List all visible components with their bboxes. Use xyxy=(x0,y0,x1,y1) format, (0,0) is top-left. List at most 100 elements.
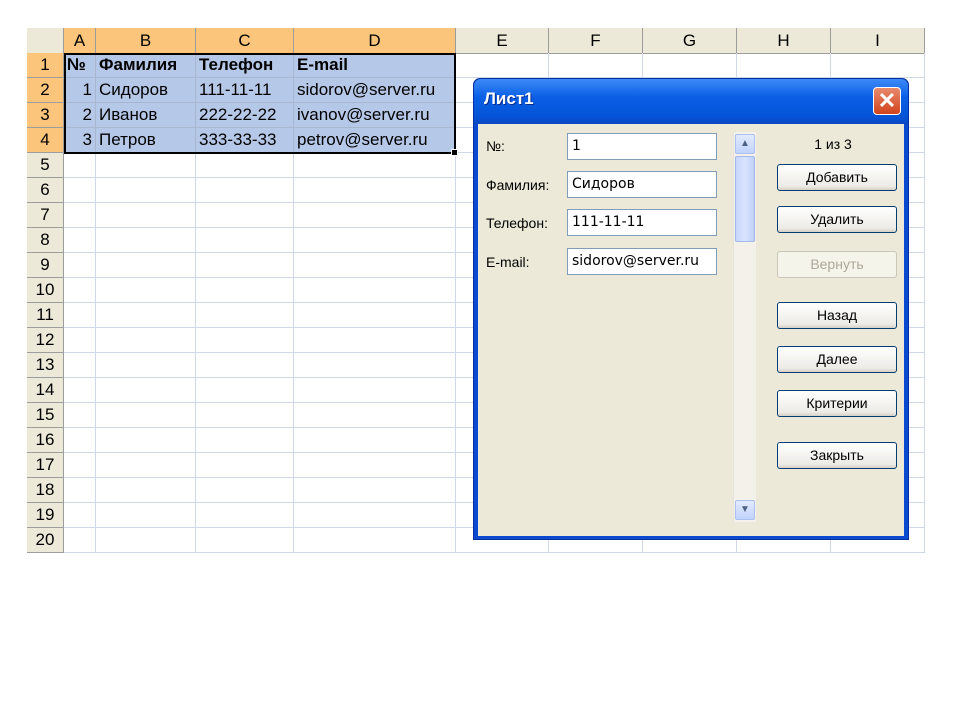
column-header-f[interactable]: F xyxy=(549,28,643,54)
row-header-14[interactable]: 14 xyxy=(27,378,64,403)
empty-cell[interactable] xyxy=(294,378,456,403)
empty-cell[interactable] xyxy=(64,453,96,478)
empty-cell[interactable] xyxy=(96,328,196,353)
empty-cell[interactable] xyxy=(294,278,456,303)
row-header-11[interactable]: 11 xyxy=(27,303,64,328)
cell-d4[interactable]: petrov@server.ru xyxy=(294,128,456,153)
cell-a3[interactable]: 2 xyxy=(64,103,96,128)
column-header-e[interactable]: E xyxy=(456,28,549,54)
column-header-c[interactable]: C xyxy=(196,28,294,54)
empty-cell[interactable] xyxy=(196,303,294,328)
empty-cell[interactable] xyxy=(64,503,96,528)
row-header-18[interactable]: 18 xyxy=(27,478,64,503)
empty-cell[interactable] xyxy=(196,328,294,353)
empty-cell[interactable] xyxy=(64,528,96,553)
scroll-down-icon[interactable]: ▼ xyxy=(735,500,755,520)
criteria-button[interactable]: Критерии xyxy=(777,390,897,417)
empty-cell[interactable] xyxy=(196,478,294,503)
row-header-13[interactable]: 13 xyxy=(27,353,64,378)
empty-cell[interactable] xyxy=(737,53,831,78)
empty-cell[interactable] xyxy=(64,378,96,403)
row-header-4[interactable]: 4 xyxy=(27,128,64,153)
empty-cell[interactable] xyxy=(64,253,96,278)
scroll-thumb[interactable] xyxy=(735,156,755,242)
cell-a1[interactable]: № xyxy=(64,53,96,78)
row-header-3[interactable]: 3 xyxy=(27,103,64,128)
row-header-20[interactable]: 20 xyxy=(27,528,64,553)
empty-cell[interactable] xyxy=(294,353,456,378)
empty-cell[interactable] xyxy=(294,303,456,328)
empty-cell[interactable] xyxy=(196,528,294,553)
empty-cell[interactable] xyxy=(96,178,196,203)
column-header-i[interactable]: I xyxy=(831,28,925,54)
row-header-19[interactable]: 19 xyxy=(27,503,64,528)
empty-cell[interactable] xyxy=(294,153,456,178)
cell-a4[interactable]: 3 xyxy=(64,128,96,153)
empty-cell[interactable] xyxy=(294,178,456,203)
cell-b1[interactable]: Фамилия xyxy=(96,53,196,78)
empty-cell[interactable] xyxy=(64,228,96,253)
cell-b3[interactable]: Иванов xyxy=(96,103,196,128)
row-header-5[interactable]: 5 xyxy=(27,153,64,178)
row-header-12[interactable]: 12 xyxy=(27,328,64,353)
cell-c1[interactable]: Телефон xyxy=(196,53,294,78)
cell-b4[interactable]: Петров xyxy=(96,128,196,153)
cell-d3[interactable]: ivanov@server.ru xyxy=(294,103,456,128)
select-all-corner[interactable] xyxy=(27,28,64,54)
empty-cell[interactable] xyxy=(294,253,456,278)
empty-cell[interactable] xyxy=(96,478,196,503)
empty-cell[interactable] xyxy=(294,503,456,528)
phone-field[interactable]: 111-11-11 xyxy=(567,209,717,236)
empty-cell[interactable] xyxy=(196,203,294,228)
row-header-10[interactable]: 10 xyxy=(27,278,64,303)
empty-cell[interactable] xyxy=(96,528,196,553)
empty-cell[interactable] xyxy=(64,153,96,178)
email-field[interactable]: sidorov@server.ru xyxy=(567,248,717,275)
empty-cell[interactable] xyxy=(294,203,456,228)
empty-cell[interactable] xyxy=(643,53,737,78)
surname-field[interactable]: Сидоров xyxy=(567,171,717,198)
cell-d2[interactable]: sidorov@server.ru xyxy=(294,78,456,103)
empty-cell[interactable] xyxy=(96,378,196,403)
delete-button[interactable]: Удалить xyxy=(777,206,897,233)
close-icon[interactable]: ✕ xyxy=(873,87,901,115)
empty-cell[interactable] xyxy=(196,278,294,303)
row-header-15[interactable]: 15 xyxy=(27,403,64,428)
column-header-b[interactable]: B xyxy=(96,28,196,54)
cell-c4[interactable]: 333-33-33 xyxy=(196,128,294,153)
empty-cell[interactable] xyxy=(196,453,294,478)
empty-cell[interactable] xyxy=(549,53,643,78)
cell-c3[interactable]: 222-22-22 xyxy=(196,103,294,128)
row-header-17[interactable]: 17 xyxy=(27,453,64,478)
empty-cell[interactable] xyxy=(64,478,96,503)
empty-cell[interactable] xyxy=(64,428,96,453)
prev-button[interactable]: Назад xyxy=(777,302,897,329)
empty-cell[interactable] xyxy=(196,503,294,528)
empty-cell[interactable] xyxy=(196,353,294,378)
empty-cell[interactable] xyxy=(294,528,456,553)
empty-cell[interactable] xyxy=(64,353,96,378)
empty-cell[interactable] xyxy=(96,503,196,528)
cell-c2[interactable]: 111-11-11 xyxy=(196,78,294,103)
row-header-1[interactable]: 1 xyxy=(27,53,64,78)
empty-cell[interactable] xyxy=(64,278,96,303)
empty-cell[interactable] xyxy=(64,303,96,328)
empty-cell[interactable] xyxy=(196,253,294,278)
empty-cell[interactable] xyxy=(96,453,196,478)
empty-cell[interactable] xyxy=(64,178,96,203)
close-button[interactable]: Закрыть xyxy=(777,442,897,469)
empty-cell[interactable] xyxy=(196,153,294,178)
cell-d1[interactable]: E-mail xyxy=(294,53,456,78)
empty-cell[interactable] xyxy=(294,478,456,503)
empty-cell[interactable] xyxy=(831,53,925,78)
next-button[interactable]: Далее xyxy=(777,346,897,373)
empty-cell[interactable] xyxy=(64,403,96,428)
scroll-up-icon[interactable]: ▲ xyxy=(735,134,755,154)
empty-cell[interactable] xyxy=(96,303,196,328)
row-header-2[interactable]: 2 xyxy=(27,78,64,103)
record-scrollbar[interactable]: ▲ ▼ xyxy=(733,132,756,522)
empty-cell[interactable] xyxy=(96,153,196,178)
cell-a2[interactable]: 1 xyxy=(64,78,96,103)
empty-cell[interactable] xyxy=(96,203,196,228)
empty-cell[interactable] xyxy=(196,428,294,453)
